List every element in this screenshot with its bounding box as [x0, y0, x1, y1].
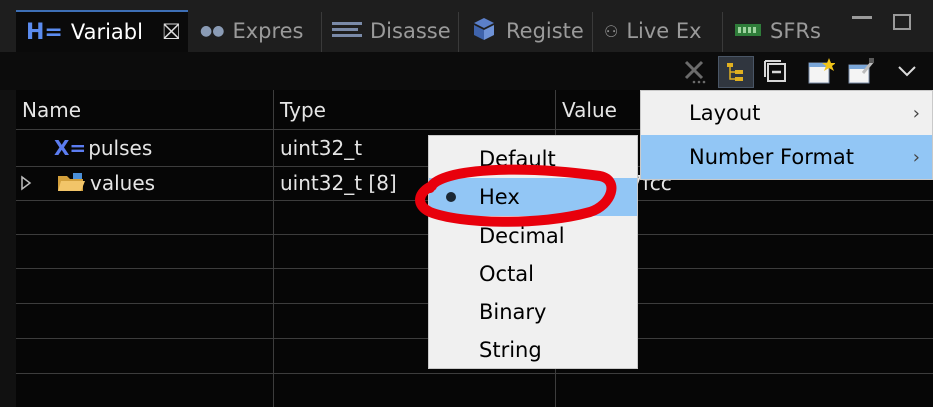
tab-live-expressions[interactable]: ⚇ Live Ex — [594, 10, 722, 52]
tab-registers[interactable]: Registe — [460, 10, 592, 52]
column-header-value[interactable]: Value — [562, 90, 617, 130]
column-header-name[interactable]: Name — [22, 90, 81, 130]
menu-item-label: String — [479, 338, 542, 362]
tab-sfrs[interactable]: SFRs — [724, 10, 830, 52]
context-menu: Layout › Number Format › — [640, 90, 933, 180]
variable-icon: X= — [54, 136, 87, 160]
tab-divider — [592, 12, 593, 52]
expand-arrow-icon[interactable] — [20, 166, 32, 200]
table-row[interactable]: X= pulses — [54, 131, 152, 165]
format-option-string[interactable]: String — [429, 331, 637, 369]
tab-label: Variabl — [70, 20, 143, 44]
expressions-icon: ●● — [200, 23, 225, 39]
variables-icon: H= — [26, 19, 63, 45]
menu-item-label: Default — [479, 147, 556, 171]
menu-item-label: Octal — [479, 262, 535, 286]
variable-name: values — [90, 171, 156, 195]
menu-item-number-format[interactable]: Number Format › — [641, 135, 932, 179]
radio-selected-icon — [446, 192, 456, 202]
new-icon[interactable] — [806, 56, 836, 86]
view-menu-chevron-icon[interactable] — [892, 56, 922, 86]
number-format-submenu: Default Hex Decimal Octal Binary String — [428, 135, 638, 369]
menu-item-label: Binary — [479, 300, 547, 324]
registers-icon — [470, 16, 498, 47]
column-divider[interactable] — [273, 90, 274, 407]
maximize-icon[interactable] — [893, 14, 911, 30]
tab-disassembly[interactable]: Disasse — [322, 10, 458, 52]
menu-item-label: Number Format — [689, 145, 855, 169]
variable-type: uint32_t — [280, 136, 363, 160]
live-expressions-icon: ⚇ — [604, 21, 619, 41]
chevron-right-icon: › — [912, 102, 920, 124]
disassembly-icon — [332, 19, 362, 43]
column-header-type[interactable]: Type — [280, 90, 326, 130]
chevron-right-icon: › — [912, 146, 920, 168]
menu-item-layout[interactable]: Layout › — [641, 91, 932, 135]
minimize-icon[interactable] — [852, 16, 872, 19]
format-option-decimal[interactable]: Decimal — [429, 217, 637, 255]
tab-label: SFRs — [770, 19, 821, 43]
format-option-binary[interactable]: Binary — [429, 293, 637, 331]
tab-divider — [458, 12, 459, 52]
variable-type: uint32_t [8] — [280, 171, 397, 195]
array-folder-icon — [56, 169, 86, 198]
variable-name: pulses — [88, 136, 153, 160]
tab-label: Registe — [506, 19, 584, 43]
menu-item-label: Hex — [479, 185, 520, 209]
collapse-all-icon[interactable] — [760, 56, 790, 86]
left-editor-edge — [0, 52, 16, 407]
tab-expressions[interactable]: ●● Expres — [190, 10, 320, 52]
format-option-octal[interactable]: Octal — [429, 255, 637, 293]
format-option-default[interactable]: Default — [429, 140, 637, 178]
tab-variables[interactable]: H= Variabl ⛝ — [16, 10, 188, 52]
layout-tree-icon[interactable] — [718, 56, 754, 88]
sfrs-icon — [734, 19, 762, 43]
menu-item-label: Decimal — [479, 224, 565, 248]
menu-item-label: Layout — [689, 101, 761, 125]
format-option-hex[interactable]: Hex — [429, 178, 637, 216]
view-toolbar — [0, 52, 933, 90]
tab-label: Expres — [232, 19, 304, 43]
table-row[interactable]: values — [56, 166, 155, 200]
tab-label: Disasse — [370, 19, 451, 43]
remove-all-icon[interactable] — [680, 56, 710, 86]
row-divider — [16, 373, 933, 374]
close-icon[interactable]: ⛝ — [163, 20, 180, 45]
tab-label: Live Ex — [626, 19, 702, 43]
select-icon[interactable] — [846, 56, 876, 86]
tab-divider — [722, 12, 723, 52]
